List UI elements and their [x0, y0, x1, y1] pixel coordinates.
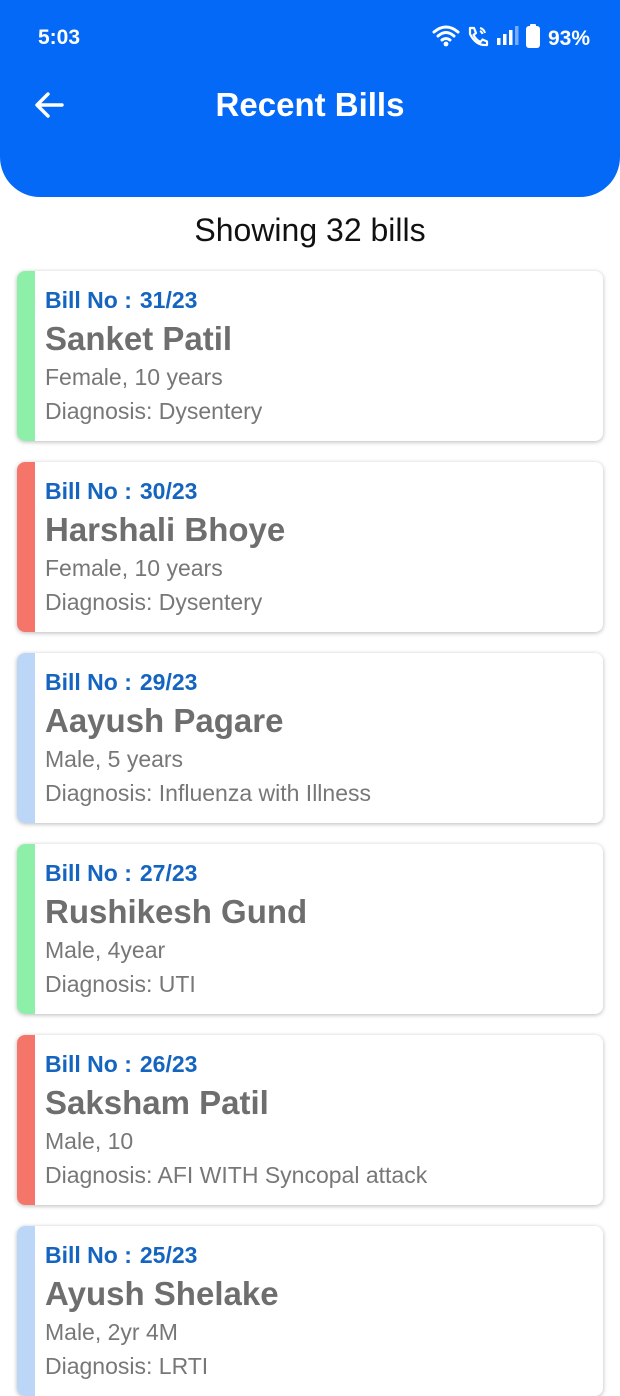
bill-no-label: Bill No : — [45, 860, 132, 886]
bill-number: 27/23 — [139, 860, 198, 886]
diagnosis-text: Diagnosis: Influenza with Illness — [45, 780, 371, 806]
bill-number: 26/23 — [139, 1051, 198, 1077]
bill-number: 25/23 — [139, 1242, 198, 1268]
patient-details: Male, 5 years — [45, 746, 184, 772]
bills-count-text: Showing 32 bills — [194, 212, 426, 248]
signal-icon — [496, 25, 520, 52]
patient-name: Sanket Patil — [45, 320, 233, 357]
diagnosis-text: Diagnosis: LRTI — [45, 1353, 209, 1379]
diagnosis-text: Diagnosis: Dysentery — [45, 589, 263, 615]
bill-card[interactable]: Bill No : 25/23 Ayush Shelake Male, 2yr 4… — [17, 1226, 603, 1396]
app-header: 5:03 93% Recent Bills — [0, 0, 620, 197]
wifi-call-icon — [466, 25, 490, 52]
patient-name: Ayush Shelake — [45, 1275, 279, 1312]
bill-no-label: Bill No : — [45, 1051, 132, 1077]
battery-percent: 93% — [547, 26, 590, 50]
card-accent-strip — [17, 1226, 35, 1396]
patient-details: Male, 10 — [45, 1128, 134, 1154]
battery-icon — [525, 24, 540, 53]
card-accent-strip — [17, 462, 35, 632]
bill-card[interactable]: Bill No : 30/23 Harshali Bhoye Female, 10… — [17, 462, 603, 632]
bill-no-label: Bill No : — [45, 287, 132, 313]
bill-card[interactable]: Bill No : 26/23 Saksham Patil Male, 10 Di… — [17, 1035, 603, 1205]
card-accent-strip — [17, 1035, 35, 1205]
patient-details: Female, 10 years — [45, 364, 223, 390]
patient-name: Saksham Patil — [45, 1084, 269, 1121]
diagnosis-text: Diagnosis: Dysentery — [45, 398, 263, 424]
page-title: Recent Bills — [215, 86, 405, 123]
bill-card[interactable]: Bill No : 29/23 Aayush Pagare Male, 5 yea… — [17, 653, 603, 823]
status-time: 5:03 — [38, 26, 81, 49]
patient-details: Male, 2yr 4M — [45, 1319, 178, 1345]
patient-name: Aayush Pagare — [45, 702, 284, 739]
bill-no-label: Bill No : — [45, 478, 132, 504]
wifi-icon — [432, 25, 460, 52]
diagnosis-text: Diagnosis: AFI WITH Syncopal attack — [45, 1162, 428, 1188]
bill-number: 31/23 — [139, 287, 198, 313]
bill-number: 30/23 — [139, 478, 198, 504]
bill-card[interactable]: Bill No : 27/23 Rushikesh Gund Male, 4yea… — [17, 844, 603, 1014]
patient-name: Rushikesh Gund — [45, 893, 308, 930]
diagnosis-text: Diagnosis: UTI — [45, 971, 196, 997]
bill-no-label: Bill No : — [45, 1242, 132, 1268]
card-accent-strip — [17, 653, 35, 823]
status-icons: 93% — [432, 24, 590, 53]
bill-number: 29/23 — [139, 669, 198, 695]
card-accent-strip — [17, 271, 35, 441]
patient-details: Male, 4year — [45, 937, 166, 963]
patient-details: Female, 10 years — [45, 555, 223, 581]
patient-name: Harshali Bhoye — [45, 511, 286, 548]
bill-no-label: Bill No : — [45, 669, 132, 695]
card-accent-strip — [17, 844, 35, 1014]
bill-card[interactable]: Bill No : 31/23 Sanket Patil Female, 10 y… — [17, 271, 603, 441]
